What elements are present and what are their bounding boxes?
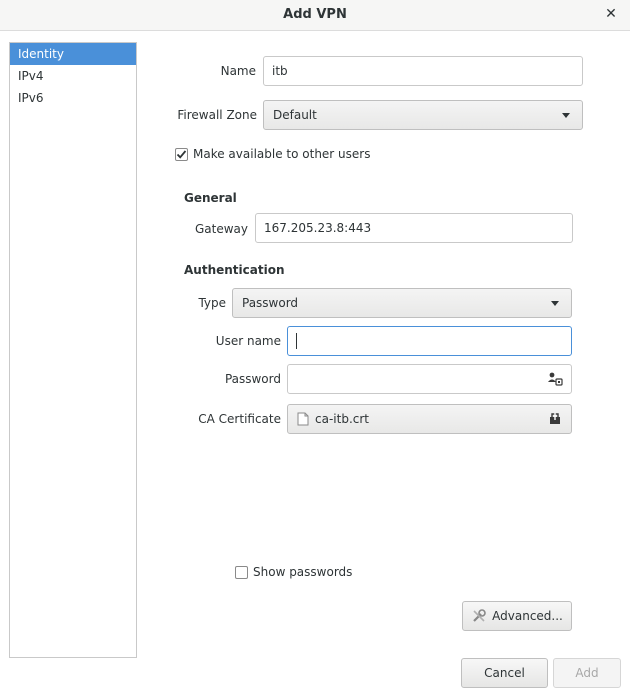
username-field[interactable]: [287, 326, 572, 356]
password-field[interactable]: [287, 364, 572, 394]
chevron-down-icon: [551, 301, 559, 306]
sidebar: Identity IPv4 IPv6: [9, 42, 137, 658]
gateway-label: Gateway: [194, 222, 248, 236]
ca-certificate-label: CA Certificate: [198, 412, 281, 426]
window-title: Add VPN: [283, 7, 347, 22]
chevron-down-icon: [562, 113, 570, 118]
auth-type-dropdown[interactable]: Password: [232, 288, 572, 318]
username-label: User name: [215, 334, 281, 348]
add-button[interactable]: Add: [553, 658, 621, 688]
show-passwords-checkbox[interactable]: [235, 565, 248, 579]
title-bar: Add VPN ✕: [0, 0, 630, 31]
add-label: Add: [575, 666, 599, 680]
name-value: itb: [272, 64, 288, 78]
text-cursor: [296, 333, 297, 349]
sidebar-item-ipv4[interactable]: IPv4: [10, 65, 136, 87]
make-available-row: Make available to other users: [175, 147, 370, 161]
sidebar-item-ipv6[interactable]: IPv6: [10, 87, 136, 109]
open-file-icon: [550, 413, 560, 424]
close-icon: ✕: [605, 6, 617, 22]
checkmark-icon: [176, 149, 187, 159]
cancel-button[interactable]: Cancel: [461, 658, 548, 688]
firewall-zone-value: Default: [273, 108, 317, 122]
name-label: Name: [220, 64, 256, 78]
authentication-heading: Authentication: [184, 263, 285, 277]
tools-icon: [473, 609, 486, 622]
ca-certificate-chooser[interactable]: ca-itb.crt: [287, 404, 572, 434]
gateway-value: 167.205.23.8:443: [264, 221, 372, 235]
make-available-checkbox[interactable]: [175, 147, 188, 161]
password-label: Password: [224, 372, 281, 386]
type-label: Type: [198, 296, 226, 310]
firewall-zone-label: Firewall Zone: [177, 108, 257, 122]
make-available-label: Make available to other users: [193, 147, 371, 161]
auth-type-value: Password: [242, 296, 299, 310]
show-passwords-row: Show passwords: [235, 565, 352, 579]
sidebar-item-identity[interactable]: Identity: [10, 43, 136, 65]
cancel-label: Cancel: [484, 666, 525, 680]
general-heading: General: [184, 191, 237, 205]
name-field[interactable]: itb: [263, 56, 583, 86]
ca-certificate-value: ca-itb.crt: [315, 412, 369, 426]
password-storage-icon[interactable]: [547, 371, 563, 387]
advanced-button[interactable]: Advanced...: [462, 601, 572, 631]
gateway-field[interactable]: 167.205.23.8:443: [255, 213, 573, 243]
show-passwords-label: Show passwords: [253, 565, 353, 579]
firewall-zone-dropdown[interactable]: Default: [263, 100, 583, 130]
file-icon: [297, 412, 309, 426]
close-button[interactable]: ✕: [602, 5, 620, 23]
advanced-label: Advanced...: [492, 609, 563, 623]
